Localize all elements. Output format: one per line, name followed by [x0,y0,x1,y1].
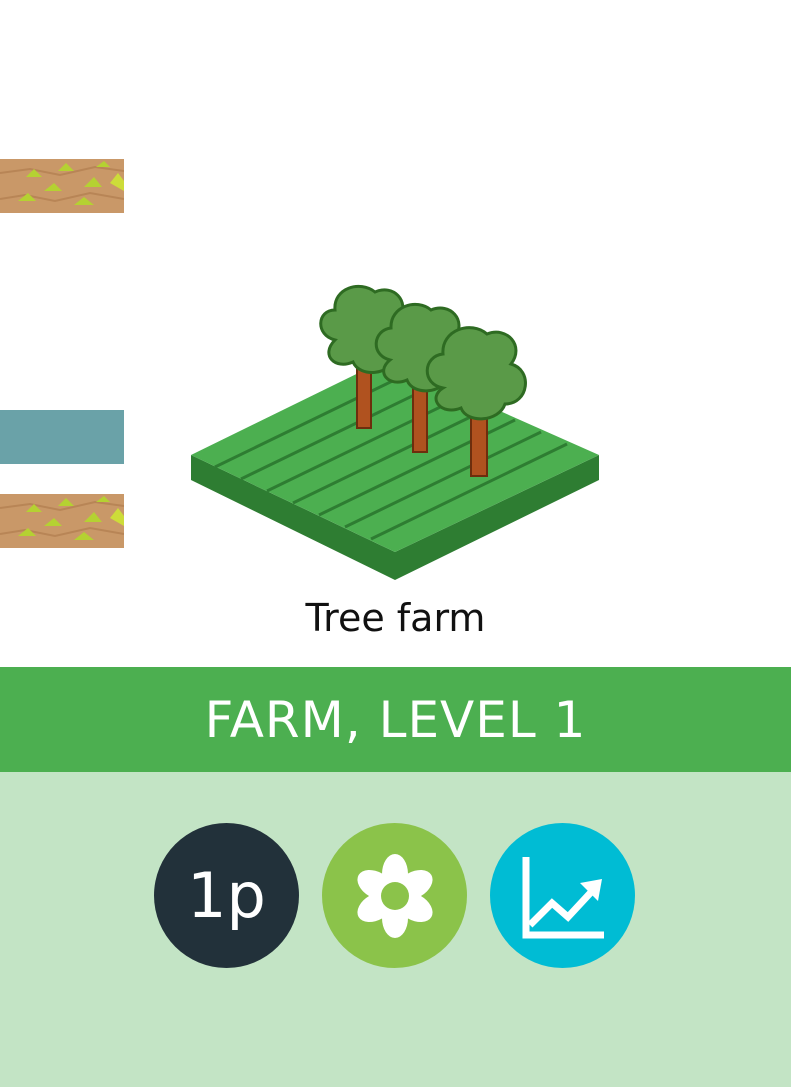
flower-icon [356,853,433,938]
growth-chart-icon [522,856,604,938]
card-title: FARM, LEVEL 1 [204,690,587,749]
card-title-bar: FARM, LEVEL 1 [0,667,791,772]
growth-badge [490,823,635,968]
tree-farm-illustration [191,284,599,580]
building-name: Tree farm [305,596,486,640]
dirt-tile-top [0,159,124,213]
water-tile [0,410,124,464]
players-badge-text: 1p [187,859,266,932]
flower-badge [322,823,467,968]
players-badge: 1p [154,823,299,968]
dirt-tile-bottom [0,494,124,548]
